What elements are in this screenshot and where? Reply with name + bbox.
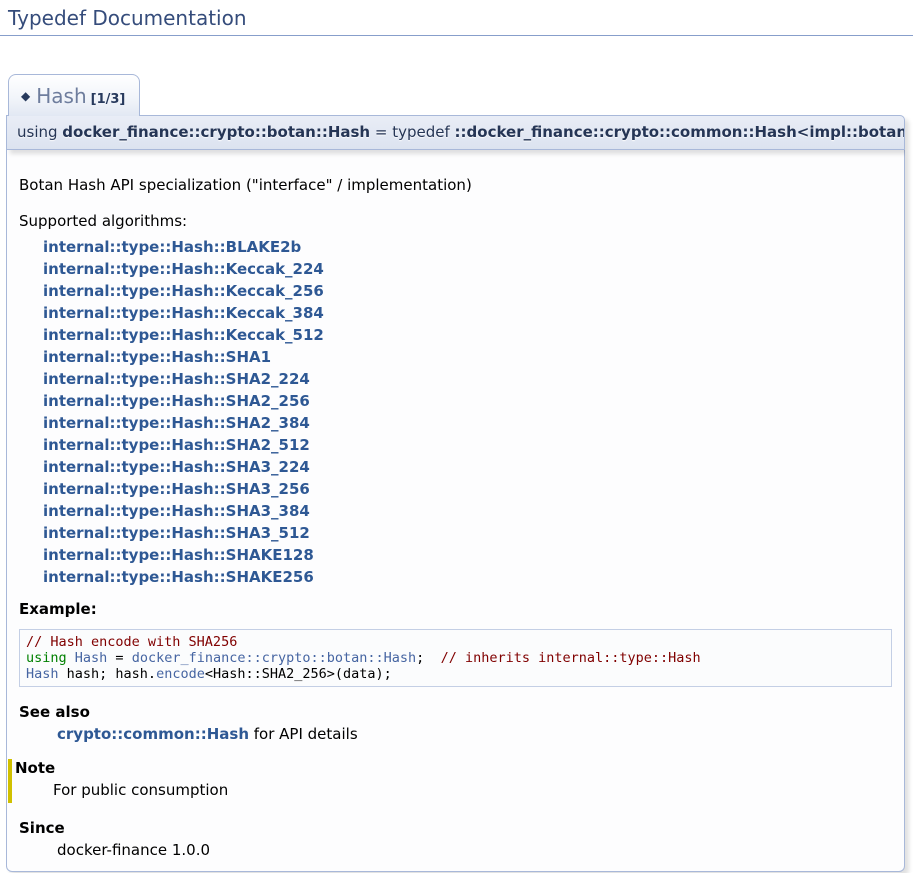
see-also-entry: crypto::common::Hash for API details bbox=[57, 725, 892, 743]
algorithm-link[interactable]: internal::type::Hash::Keccak_224 bbox=[43, 258, 324, 280]
member-description: Botan Hash API specialization ("interfac… bbox=[19, 176, 892, 194]
code-token: <Hash::SHA2_256>(data); bbox=[205, 666, 392, 682]
algorithm-link[interactable]: internal::type::Hash::SHA3_512 bbox=[43, 522, 310, 544]
algorithm-link[interactable]: internal::type::Hash::Keccak_512 bbox=[43, 324, 324, 346]
page-title: Typedef Documentation bbox=[0, 0, 913, 36]
see-also-link[interactable]: crypto::common::Hash bbox=[57, 725, 249, 743]
example-code-block: // Hash encode with SHA256using Hash = d… bbox=[19, 629, 892, 687]
algorithm-link[interactable]: internal::type::Hash::SHA3_224 bbox=[43, 456, 310, 478]
algorithm-link[interactable]: internal::type::Hash::SHA2_384 bbox=[43, 412, 310, 434]
supported-algorithms-list: internal::type::Hash::BLAKE2binternal::t… bbox=[43, 236, 892, 588]
algorithm-link[interactable]: internal::type::Hash::SHA2_512 bbox=[43, 434, 310, 456]
see-also-section: See also crypto::common::Hash for API de… bbox=[19, 703, 892, 743]
code-token: // Hash encode with SHA256 bbox=[26, 634, 237, 650]
proto-segment: = typedef bbox=[370, 123, 454, 141]
code-token: = bbox=[107, 650, 131, 666]
code-link[interactable]: encode bbox=[156, 666, 205, 682]
algorithm-link[interactable]: internal::type::Hash::SHA2_224 bbox=[43, 368, 310, 390]
code-link[interactable]: Hash bbox=[26, 666, 59, 682]
example-label: Example: bbox=[19, 600, 892, 618]
member-doc-body: Botan Hash API specialization ("interfac… bbox=[6, 150, 905, 872]
code-token: ; bbox=[416, 650, 440, 666]
see-also-label: See also bbox=[19, 703, 892, 721]
code-token: using bbox=[26, 650, 67, 666]
member-tab-index: [1/3] bbox=[91, 92, 126, 107]
supported-algorithms-label: Supported algorithms: bbox=[19, 212, 892, 230]
code-token: // inherits internal::type::Hash bbox=[441, 650, 701, 666]
see-also-suffix: for API details bbox=[249, 725, 358, 743]
code-token: hash; hash. bbox=[59, 666, 157, 682]
proto-segment: docker_finance::crypto::botan::Hash bbox=[62, 123, 370, 141]
code-line: // Hash encode with SHA256 bbox=[26, 634, 885, 650]
since-label: Since bbox=[19, 819, 892, 837]
typedef-member-hash: ◆Hash[1/3] using docker_finance::crypto:… bbox=[6, 74, 905, 872]
permalink-diamond-icon[interactable]: ◆ bbox=[21, 89, 30, 103]
since-text: docker-finance 1.0.0 bbox=[57, 841, 892, 859]
note-text: For public consumption bbox=[53, 781, 892, 799]
algorithm-link[interactable]: internal::type::Hash::Keccak_384 bbox=[43, 302, 324, 324]
code-link[interactable]: docker_finance::crypto::botan::Hash bbox=[132, 650, 416, 666]
note-label: Note bbox=[14, 759, 892, 777]
algorithm-link[interactable]: internal::type::Hash::SHA2_256 bbox=[43, 390, 310, 412]
algorithm-link[interactable]: internal::type::Hash::SHAKE128 bbox=[43, 544, 314, 566]
member-tab-name: Hash bbox=[30, 84, 90, 108]
algorithm-link[interactable]: internal::type::Hash::SHA3_256 bbox=[43, 478, 310, 500]
algorithm-link[interactable]: internal::type::Hash::Keccak_256 bbox=[43, 280, 324, 302]
code-line: using Hash = docker_finance::crypto::bot… bbox=[26, 650, 885, 666]
member-tab: ◆Hash[1/3] bbox=[8, 74, 140, 116]
algorithm-link[interactable]: internal::type::Hash::SHAKE256 bbox=[43, 566, 314, 588]
algorithm-link[interactable]: internal::type::Hash::SHA3_384 bbox=[43, 500, 310, 522]
code-token bbox=[67, 650, 75, 666]
since-section: Since docker-finance 1.0.0 bbox=[19, 819, 892, 859]
algorithm-link[interactable]: internal::type::Hash::SHA1 bbox=[43, 346, 271, 368]
note-section: Note For public consumption bbox=[8, 759, 892, 803]
proto-segment: using bbox=[17, 123, 62, 141]
proto-segment: ::docker_finance::crypto::common::Hash<i… bbox=[455, 123, 905, 141]
member-prototype: using docker_finance::crypto::botan::Has… bbox=[6, 115, 905, 150]
algorithm-link[interactable]: internal::type::Hash::BLAKE2b bbox=[43, 236, 301, 258]
code-line: Hash hash; hash.encode<Hash::SHA2_256>(d… bbox=[26, 666, 885, 682]
code-link[interactable]: Hash bbox=[75, 650, 108, 666]
